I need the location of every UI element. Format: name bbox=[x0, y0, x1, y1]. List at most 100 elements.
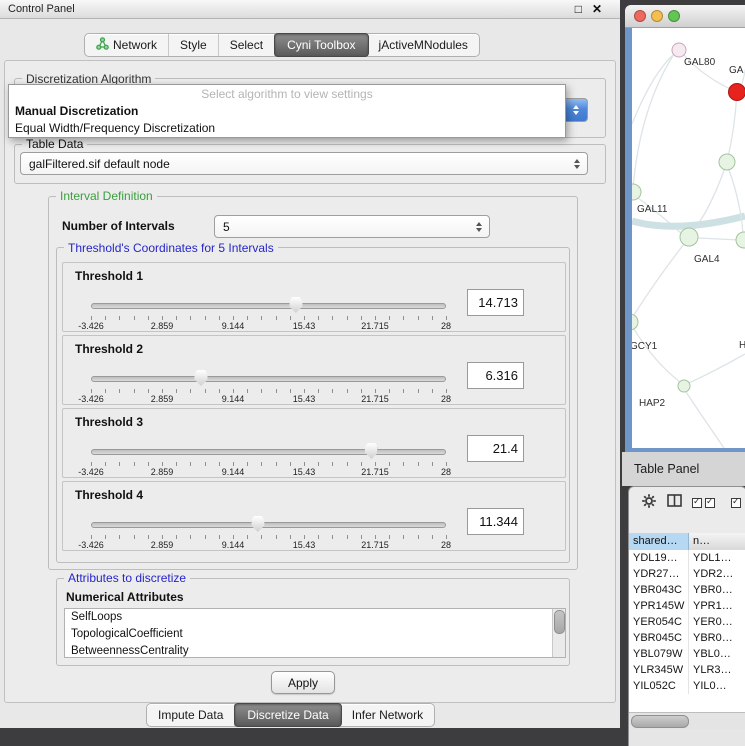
checkbox-icon-clipped[interactable] bbox=[731, 498, 741, 508]
table-panel-window: shared… n… YDL19…YDL1…YDR27…YDR2…YBR043C… bbox=[628, 486, 745, 746]
select-columns-checkboxes-icon[interactable] bbox=[692, 498, 715, 508]
mac-minimize-button[interactable] bbox=[651, 10, 663, 22]
network-node[interactable] bbox=[632, 314, 638, 330]
slider-thumb[interactable] bbox=[251, 516, 264, 532]
slider-scale-label: -3.426 bbox=[78, 394, 104, 404]
tab-label: Style bbox=[180, 38, 207, 52]
cell-shared-name[interactable]: YLR345W bbox=[629, 662, 689, 678]
network-canvas[interactable]: GAL80GAGAL11GAL4GCY1HAP2H bbox=[632, 28, 745, 448]
table-row[interactable]: YDR27…YDR2… bbox=[629, 566, 745, 582]
table-row[interactable]: YBL079WYBL0… bbox=[629, 646, 745, 662]
network-node[interactable] bbox=[719, 154, 735, 170]
horizontal-scrollbar[interactable] bbox=[629, 712, 745, 729]
cell-name[interactable]: YLR3… bbox=[689, 662, 745, 678]
table-row[interactable]: YIL052CYIL0… bbox=[629, 678, 745, 694]
cell-name[interactable]: YBL0… bbox=[689, 646, 745, 662]
tab-cyni-toolbox[interactable]: Cyni Toolbox bbox=[274, 33, 368, 57]
tab-discretize-data[interactable]: Discretize Data bbox=[234, 703, 341, 727]
table-row[interactable]: YBR045CYBR0… bbox=[629, 630, 745, 646]
cyni-bottom-tabs: Impute Data Discretize Data Infer Networ… bbox=[146, 703, 435, 727]
table-row[interactable]: YER054CYER0… bbox=[629, 614, 745, 630]
cell-name[interactable]: YDL1… bbox=[689, 550, 745, 566]
close-window-icon[interactable]: ✕ bbox=[592, 0, 602, 19]
columns-icon[interactable] bbox=[667, 494, 682, 512]
network-node[interactable] bbox=[736, 232, 745, 248]
network-node[interactable] bbox=[729, 84, 745, 101]
tab-infer-network[interactable]: Infer Network bbox=[341, 704, 434, 726]
apply-button[interactable]: Apply bbox=[271, 671, 335, 694]
threshold-value-field[interactable]: 21.4 bbox=[467, 435, 524, 462]
threshold-value-field[interactable]: 11.344 bbox=[467, 508, 524, 535]
column-header-shared-name[interactable]: shared… bbox=[629, 533, 689, 550]
attribute-item[interactable]: TopologicalCoefficient bbox=[65, 626, 565, 643]
tab-style[interactable]: Style bbox=[169, 34, 219, 56]
slider-track[interactable] bbox=[91, 522, 446, 528]
threshold-slider[interactable] bbox=[91, 442, 446, 460]
table-row[interactable]: YLR345WYLR3… bbox=[629, 662, 745, 678]
tab-jactivemnodules[interactable]: jActiveMNodules bbox=[368, 34, 479, 56]
network-edge bbox=[729, 170, 743, 233]
network-edge bbox=[632, 326, 680, 382]
threshold-value-field[interactable]: 6.316 bbox=[467, 362, 524, 389]
slider-scale-label: 2.859 bbox=[151, 467, 174, 477]
cell-shared-name[interactable]: YBR043C bbox=[629, 582, 689, 598]
arrow-up-icon bbox=[573, 105, 579, 109]
threshold-value-field[interactable]: 14.713 bbox=[467, 289, 524, 316]
cell-name[interactable]: YBR0… bbox=[689, 582, 745, 598]
slider-thumb[interactable] bbox=[289, 297, 302, 313]
numerical-attributes-list[interactable]: SelfLoopsTopologicalCoefficientBetweenne… bbox=[64, 608, 566, 658]
cell-shared-name[interactable]: YPR145W bbox=[629, 598, 689, 614]
control-panel-titlebar: Control Panel bbox=[0, 0, 620, 19]
network-node[interactable] bbox=[672, 43, 686, 57]
combobox-arrows-button[interactable] bbox=[563, 98, 588, 122]
scrollbar-thumb[interactable] bbox=[631, 715, 689, 728]
attributes-scrollbar[interactable] bbox=[552, 609, 565, 657]
threshold-slider[interactable] bbox=[91, 296, 446, 314]
slider-scale-label: 9.144 bbox=[222, 321, 245, 331]
mac-zoom-button[interactable] bbox=[668, 10, 680, 22]
network-node[interactable] bbox=[678, 380, 690, 392]
slider-track[interactable] bbox=[91, 449, 446, 455]
network-node[interactable] bbox=[632, 184, 641, 200]
cell-name[interactable]: YIL0… bbox=[689, 678, 745, 694]
cell-name[interactable]: YPR1… bbox=[689, 598, 745, 614]
cell-name[interactable]: YDR2… bbox=[689, 566, 745, 582]
dropdown-placeholder-option[interactable]: Select algorithm to view settings bbox=[9, 85, 565, 103]
cell-shared-name[interactable]: YBL079W bbox=[629, 646, 689, 662]
network-node[interactable] bbox=[680, 228, 698, 246]
dropdown-option-manual-discretization[interactable]: Manual Discretization bbox=[9, 103, 565, 120]
cell-name[interactable]: YER0… bbox=[689, 614, 745, 630]
table-row[interactable]: YBR043CYBR0… bbox=[629, 582, 745, 598]
network-icon bbox=[96, 37, 109, 53]
tab-network[interactable]: Network bbox=[85, 34, 169, 56]
attribute-item[interactable]: SelfLoops bbox=[65, 609, 565, 626]
cell-shared-name[interactable]: YDL19… bbox=[629, 550, 689, 566]
table-row[interactable]: YDL19…YDL1… bbox=[629, 550, 745, 566]
attribute-item[interactable]: BetweennessCentrality bbox=[65, 643, 565, 658]
cell-name[interactable]: YBR0… bbox=[689, 630, 745, 646]
number-of-intervals-combobox[interactable]: 5 bbox=[214, 215, 490, 238]
gear-icon[interactable] bbox=[641, 493, 657, 514]
slider-track[interactable] bbox=[91, 303, 446, 309]
slider-scale-label: -3.426 bbox=[78, 467, 104, 477]
slider-ticks bbox=[91, 462, 446, 466]
table-data-combobox[interactable]: galFiltered.sif default node bbox=[20, 152, 588, 175]
tab-select[interactable]: Select bbox=[219, 34, 275, 56]
slider-thumb[interactable] bbox=[195, 370, 208, 386]
cell-shared-name[interactable]: YIL052C bbox=[629, 678, 689, 694]
dropdown-option-equal-width[interactable]: Equal Width/Frequency Discretization bbox=[9, 120, 565, 137]
slider-track[interactable] bbox=[91, 376, 446, 382]
combobox-arrows-icon bbox=[476, 222, 482, 232]
cell-shared-name[interactable]: YBR045C bbox=[629, 630, 689, 646]
cell-shared-name[interactable]: YER054C bbox=[629, 614, 689, 630]
threshold-slider[interactable] bbox=[91, 515, 446, 533]
table-row[interactable]: YPR145WYPR1… bbox=[629, 598, 745, 614]
cell-shared-name[interactable]: YDR27… bbox=[629, 566, 689, 582]
column-header-name[interactable]: n… bbox=[689, 533, 745, 550]
slider-thumb[interactable] bbox=[365, 443, 378, 459]
scrollbar-thumb[interactable] bbox=[554, 610, 565, 634]
tab-impute-data[interactable]: Impute Data bbox=[147, 704, 235, 726]
float-window-icon[interactable]: □ bbox=[575, 0, 582, 19]
threshold-slider[interactable] bbox=[91, 369, 446, 387]
mac-close-button[interactable] bbox=[634, 10, 646, 22]
